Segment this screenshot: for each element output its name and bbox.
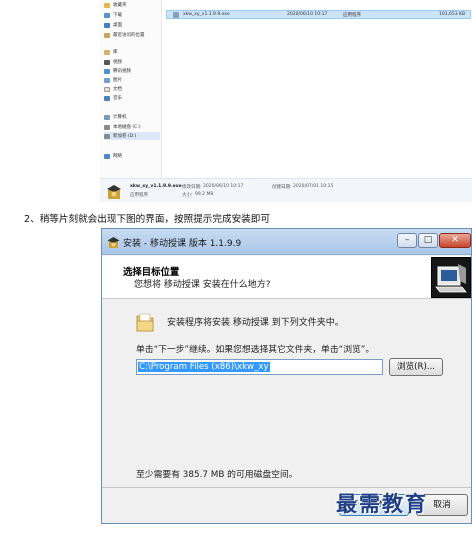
recent-places-icon (104, 32, 110, 38)
nav-item-libraries[interactable]: 库 (104, 48, 118, 56)
close-icon: ✕ (451, 235, 459, 245)
folder-icon (136, 313, 154, 332)
nav-item-videos[interactable]: 视频 (104, 58, 122, 66)
nav-item-recent[interactable]: 最近访问的位置 (104, 31, 145, 39)
install-path-value: C:\Program Files (x86)\xkw_xy (138, 362, 270, 372)
installer-logo (431, 257, 471, 298)
install-folder-message: 安装程序将安装 移动授课 到下列文件夹中。 (167, 318, 344, 328)
page: 收藏夹 下载 桌面 最近访问的位置 库 视频 腾讯视频 图片 文档 音乐 计算机… (0, 0, 472, 534)
picture-icon (104, 77, 110, 83)
desktop-icon (104, 22, 110, 28)
file-type: 应用程序 (343, 12, 361, 18)
window-title: 安装 - 移动授课 版本 1.1.9.9 (123, 239, 242, 249)
computer-icon (104, 114, 110, 120)
nav-item-computer[interactable]: 计算机 (104, 113, 127, 121)
file-explorer-window: 收藏夹 下载 桌面 最近访问的位置 库 视频 腾讯视频 图片 文档 音乐 计算机… (100, 0, 472, 206)
minimize-icon: – (404, 235, 410, 245)
details-created-label: 创建日期: (272, 185, 292, 190)
details-size: 99.2 MB (195, 192, 214, 197)
video-icon (104, 68, 110, 74)
continue-hint: 单击“下一步”继续。如果您想选择其它文件夹，单击“浏览”。 (136, 345, 375, 355)
nav-item-desktop[interactable]: 桌面 (104, 21, 122, 29)
maximize-button[interactable]: □ (418, 233, 438, 248)
page-title: 选择目标位置 (123, 267, 180, 278)
drive-icon (104, 133, 110, 139)
video-icon (104, 59, 110, 65)
close-button[interactable]: ✕ (439, 233, 471, 248)
nav-item-favorites[interactable]: 收藏夹 (104, 1, 127, 9)
drive-icon (104, 124, 110, 130)
file-row-selected[interactable]: xkw_xy_v1.1.9.9.exe 2020/06/10 10:17 应用程… (166, 10, 471, 19)
star-icon (104, 2, 110, 8)
file-name: xkw_xy_v1.1.9.9.exe (183, 12, 230, 17)
file-size: 101,653 KB (439, 12, 466, 17)
details-size-label: 大小: (182, 193, 193, 198)
watermark: 最需教育 (336, 491, 428, 516)
title-bar[interactable]: 安装 - 移动授课 版本 1.1.9.9 – □ ✕ (102, 229, 471, 255)
wizard-header: 选择目标位置 您想将 移动授课 安装在什么地方? (102, 256, 471, 299)
install-path-input[interactable]: C:\Program Files (x86)\xkw_xy (136, 359, 383, 375)
music-icon (104, 95, 110, 101)
details-type: 应用程序 (130, 193, 148, 198)
nav-item-network[interactable]: 网络 (104, 152, 122, 160)
details-modified-label: 修改日期: (182, 185, 202, 190)
nav-item-music[interactable]: 音乐 (104, 94, 122, 102)
disk-space-requirement: 至少需要有 385.7 MB 的可用磁盘空间。 (136, 470, 298, 480)
installer-app-icon (107, 185, 121, 199)
nav-item-drive-d[interactable]: 新加卷 (D:) (104, 132, 160, 140)
nav-item-pictures[interactable]: 图片 (104, 76, 122, 84)
download-folder-icon (104, 12, 110, 18)
network-icon (104, 153, 110, 159)
page-subtitle: 您想将 移动授课 安装在什么地方? (134, 280, 271, 290)
file-modified: 2020/06/10 10:17 (287, 12, 328, 17)
library-icon (104, 49, 110, 55)
instruction-text: 2、稍等片刻就会出现下图的界面，按照提示完成安装即可 (24, 214, 270, 225)
details-created: 2020/07/01 10:15 (293, 184, 334, 189)
navigation-pane: 收藏夹 下载 桌面 最近访问的位置 库 视频 腾讯视频 图片 文档 音乐 计算机… (100, 0, 162, 178)
exe-file-icon (173, 11, 179, 18)
minimize-button[interactable]: – (397, 233, 417, 248)
maximize-icon: □ (423, 235, 433, 245)
nav-item-documents[interactable]: 文档 (104, 85, 122, 93)
details-modified: 2020/06/10 10:17 (203, 184, 244, 189)
details-file-name: xkw_xy_v1.1.9.9.exe (130, 184, 182, 189)
details-pane: xkw_xy_v1.1.9.9.exe 修改日期: 2020/06/10 10:… (100, 178, 472, 202)
installer-app-icon (107, 237, 120, 248)
nav-item-drive-c[interactable]: 本地磁盘 (C:) (104, 123, 141, 131)
browse-button[interactable]: 浏览(R)... (389, 358, 443, 376)
computer-box-icon (435, 264, 467, 293)
nav-item-tencent-video[interactable]: 腾讯视频 (104, 67, 131, 75)
installer-window: 安装 - 移动授课 版本 1.1.9.9 – □ ✕ 选择目标位置 您想将 移动… (101, 228, 472, 524)
document-icon (104, 86, 110, 92)
nav-item-downloads[interactable]: 下载 (104, 11, 122, 19)
